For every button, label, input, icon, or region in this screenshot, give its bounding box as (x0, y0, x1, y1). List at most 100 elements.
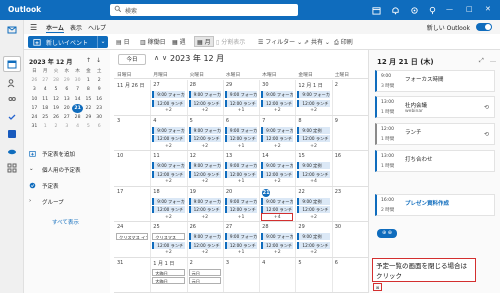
calendar-event[interactable]: 9:00 フォーカス (297, 91, 330, 98)
day-number[interactable]: 22 (298, 189, 304, 195)
mini-day[interactable]: 22 (83, 104, 94, 113)
calendar-event[interactable]: 12:00 ランチ (261, 170, 294, 178)
settings-icon[interactable] (410, 6, 419, 15)
more-events-link[interactable]: +2 (150, 179, 186, 184)
day-number[interactable]: 2 (335, 82, 338, 88)
calendar-event[interactable]: 9:00 フォーカス (261, 162, 294, 169)
prev-month-icon[interactable]: ∧ (154, 54, 159, 62)
day-number[interactable]: 7 (262, 118, 265, 124)
day-number[interactable]: 14 (262, 153, 268, 159)
mail-icon[interactable] (7, 25, 17, 35)
view-month-button[interactable]: ▦ 月 (194, 36, 214, 47)
calendar-event[interactable]: 元日 (188, 268, 221, 276)
mini-day[interactable]: 5 (83, 122, 94, 131)
mini-day[interactable]: 1 (40, 122, 51, 131)
mini-day[interactable]: 19 (51, 104, 62, 113)
mini-day[interactable]: 5 (51, 85, 62, 94)
mini-day[interactable]: 29 (61, 76, 72, 85)
day-number[interactable]: 27 (226, 224, 232, 230)
day-number[interactable]: 12 (190, 153, 196, 159)
day-number[interactable]: 10 (117, 153, 123, 159)
mini-day[interactable]: 11 (40, 95, 51, 104)
day-number[interactable]: 2 (190, 260, 193, 266)
more-events-link[interactable]: +2 (259, 144, 295, 149)
calendar-event[interactable]: 12:00 ランチ (224, 135, 258, 142)
more-events-link[interactable]: +2 (295, 144, 331, 149)
calendar-event[interactable]: 9:00 フォーカス (224, 126, 258, 134)
calendar-event[interactable]: 元日 (188, 277, 221, 284)
day-number[interactable]: 28 (262, 224, 268, 230)
calendar-event[interactable]: 12:00 ランチ (188, 241, 221, 249)
mini-day[interactable]: 7 (72, 85, 83, 94)
calendar-event[interactable]: 大晦日 (152, 277, 185, 284)
calendar-event[interactable]: 12:00 ランチ (261, 135, 294, 142)
day-number[interactable]: 19 (190, 189, 196, 195)
calendar-event[interactable]: 12:00 ランチ (224, 206, 258, 213)
calendar-event[interactable]: 12:00 ランチ (152, 170, 185, 178)
today-button[interactable]: 今日 (118, 54, 146, 65)
mini-day[interactable]: 3 (61, 122, 72, 131)
day-number[interactable]: 4 (153, 118, 156, 124)
mini-day[interactable]: 21 (72, 103, 83, 113)
mini-day[interactable]: 30 (94, 113, 105, 122)
day-number[interactable]: 6 (335, 260, 338, 266)
calendar-event[interactable]: 12:00 ランチ (188, 170, 221, 178)
mini-day[interactable]: 10 (29, 95, 40, 104)
calendar-event[interactable]: 12:00 ランチ (152, 135, 185, 142)
day-number[interactable]: 30 (262, 82, 268, 88)
view-day-button[interactable]: ▤ 日 (116, 37, 130, 46)
more-events-link[interactable]: +2 (295, 250, 331, 255)
calendar-event[interactable]: 12:00 ランチ (188, 206, 221, 213)
close-window-button[interactable]: ✕ (485, 5, 491, 13)
more-events-link[interactable]: +2 (187, 215, 223, 220)
day-number[interactable]: 1 月 1 日 (153, 260, 174, 267)
tips-icon[interactable] (428, 6, 437, 15)
mini-day[interactable]: 8 (83, 85, 94, 94)
day-number[interactable]: 15 (298, 153, 304, 159)
calendar-event[interactable]: 9:00 フォーカス (261, 126, 294, 134)
day-number[interactable]: 5 (190, 118, 193, 124)
calendar-event[interactable]: 12:00 ランチ (188, 135, 221, 142)
more-events-link[interactable]: +2 (150, 215, 186, 220)
search-box[interactable]: 検索 (110, 4, 298, 16)
groups-icon[interactable] (7, 95, 17, 105)
view-workweek-button[interactable]: ▥ 稼働日 (140, 37, 166, 46)
detail-event[interactable]: 12:00 1 時間 ランチ ⟲ (375, 123, 495, 145)
calendar-event[interactable]: 12:00 ランチ (261, 241, 294, 249)
calendar-event[interactable]: 9:00 フォーカス (224, 91, 258, 98)
day-number[interactable]: 25 (153, 224, 159, 230)
mini-day[interactable]: 17 (29, 104, 40, 113)
more-events-link[interactable]: +1 (223, 250, 259, 255)
calendar-event[interactable]: 9:00 フォーカス (152, 162, 185, 169)
day-number[interactable]: 16 (335, 153, 341, 159)
calendar-icon[interactable] (7, 59, 17, 69)
calendar-event[interactable]: 12:00 ランチ (152, 241, 185, 249)
mini-day[interactable]: 28 (51, 76, 62, 85)
day-number[interactable]: 27 (153, 82, 159, 88)
mini-day[interactable]: 20 (61, 104, 72, 113)
day-number[interactable]: 6 (226, 118, 229, 124)
calendar-event[interactable]: 9:00 フォーカス (224, 197, 258, 205)
menu-home[interactable]: ホーム (46, 23, 64, 33)
calendar-event[interactable]: 12:00 ランチ (224, 241, 258, 249)
calendar-event[interactable]: 12:00 ランチ (224, 99, 258, 107)
day-number[interactable]: 31 (117, 260, 123, 266)
add-event-button[interactable]: ⊕ ⊕ (377, 229, 397, 238)
mini-day[interactable]: 27 (40, 76, 51, 85)
calendar-event[interactable]: 9:00 フォーカス (152, 91, 185, 98)
calendar-event[interactable]: 9:00 定例 (297, 126, 330, 134)
calendar-event[interactable]: 12:00 ランチ (261, 99, 294, 107)
calendar-event[interactable]: 12:00 ランチ (297, 170, 330, 178)
calendar-event[interactable]: 9:00 フォーカス (152, 197, 185, 205)
day-number[interactable]: 24 (117, 224, 123, 230)
calendar-event[interactable]: 9:00 フォーカス (261, 233, 294, 240)
calendar-event[interactable]: 12:00 ランチ (188, 99, 221, 107)
maximize-button[interactable]: □ (466, 5, 473, 13)
mini-day[interactable]: 30 (72, 76, 83, 85)
day-number[interactable]: 13 (226, 153, 232, 159)
close-pane-button[interactable]: ⊠ (373, 283, 382, 291)
next-month-icon[interactable]: ∨ (162, 54, 167, 62)
calendar-event[interactable]: 大晦日 (152, 268, 185, 276)
calendar-event[interactable]: 12:00 ランチ (152, 206, 185, 213)
calendar-event[interactable]: 12:00 ランチ (152, 99, 185, 107)
